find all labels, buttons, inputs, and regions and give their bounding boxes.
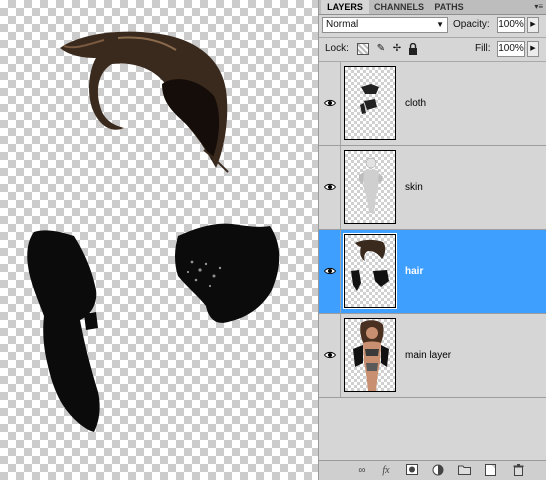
adjustment-icon[interactable] — [431, 464, 445, 477]
layer-row-skin[interactable]: skin — [319, 146, 546, 230]
fill-slider-button[interactable]: ▶ — [527, 41, 539, 57]
layers-panel-footer: ∞ fx — [319, 460, 546, 480]
layer-name: hair — [405, 266, 424, 277]
panel-tabs: LAYERS CHANNELS PATHS ▾≡ — [319, 0, 546, 15]
eye-icon — [324, 99, 336, 107]
layer-name: main layer — [405, 350, 452, 361]
hair-layer-artwork — [27, 31, 280, 432]
visibility-toggle[interactable] — [319, 146, 341, 230]
layer-name: skin — [405, 182, 423, 193]
mask-icon[interactable] — [405, 464, 419, 477]
lock-all-icon[interactable] — [407, 42, 419, 55]
layers-panel: LAYERS CHANNELS PATHS ▾≡ Normal ▼ Opacit… — [318, 0, 546, 480]
visibility-toggle[interactable] — [319, 62, 341, 146]
link-icon[interactable]: ∞ — [355, 464, 369, 477]
tab-layers[interactable]: LAYERS — [321, 0, 369, 14]
lock-transparent-pixels-icon[interactable] — [357, 43, 369, 55]
eye-icon — [324, 267, 336, 275]
tab-paths[interactable]: PATHS — [429, 0, 469, 14]
lock-position-icon[interactable]: ✢ — [391, 43, 403, 55]
lock-label: Lock: — [325, 43, 349, 54]
fill-label: Fill: — [475, 43, 491, 54]
panel-menu-icon[interactable]: ▾≡ — [534, 0, 543, 14]
group-icon[interactable] — [457, 464, 471, 477]
opacity-field[interactable]: 100% — [497, 17, 525, 33]
new-layer-icon[interactable] — [483, 464, 497, 477]
layer-name: cloth — [405, 98, 427, 109]
opacity-slider-button[interactable]: ▶ — [527, 17, 539, 33]
layer-thumbnail — [344, 66, 396, 140]
lock-image-pixels-icon[interactable]: ✎ — [375, 43, 387, 55]
fx-icon[interactable]: fx — [379, 464, 393, 477]
layer-thumbnail — [344, 150, 396, 224]
chevron-down-icon: ▼ — [436, 20, 444, 29]
tab-channels[interactable]: CHANNELS — [371, 0, 427, 14]
layer-row-cloth[interactable]: cloth — [319, 62, 546, 146]
layer-thumbnail — [343, 233, 397, 309]
eye-icon — [324, 183, 336, 191]
visibility-toggle[interactable] — [319, 314, 341, 398]
layers-list: cloth skin hair main layer — [319, 62, 546, 460]
layer-row-main-layer[interactable]: main layer — [319, 314, 546, 398]
layer-row-hair[interactable]: hair — [319, 230, 546, 314]
layer-thumbnail — [344, 318, 396, 392]
document-canvas[interactable] — [0, 0, 318, 480]
opacity-label: Opacity: — [453, 19, 490, 30]
blend-mode-select[interactable]: Normal ▼ — [322, 17, 448, 33]
eye-icon — [324, 351, 336, 359]
trash-icon[interactable] — [511, 464, 525, 477]
divider — [319, 37, 546, 38]
fill-field[interactable]: 100% — [497, 41, 525, 57]
blend-mode-value: Normal — [326, 19, 359, 30]
visibility-toggle[interactable] — [319, 230, 341, 314]
